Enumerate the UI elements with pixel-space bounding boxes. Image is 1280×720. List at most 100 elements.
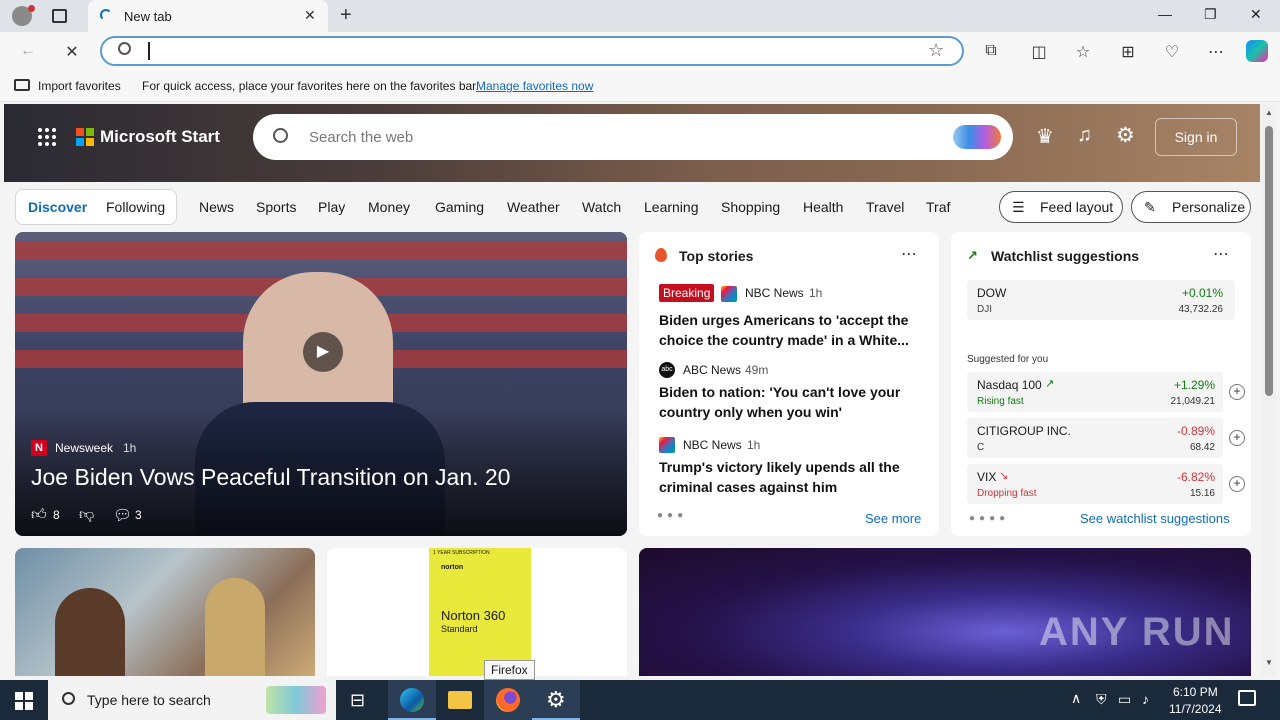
nav-weather[interactable]: Weather — [507, 199, 560, 215]
security-icon[interactable]: ⛨ — [1096, 691, 1107, 708]
carousel-dots[interactable]: ●●● — [657, 510, 687, 521]
taskbar-firefox[interactable] — [484, 680, 532, 720]
brand-name[interactable]: Microsoft Start — [100, 127, 220, 147]
scroll-thumb[interactable] — [1265, 126, 1273, 396]
extensions-icon[interactable]: ⧉ — [981, 42, 1001, 60]
minimize-icon[interactable]: — — [1158, 6, 1172, 22]
taskbar-file-explorer[interactable] — [436, 680, 484, 720]
office-photo-card[interactable] — [15, 548, 315, 676]
rewards-trophy-icon[interactable]: ♛ — [1036, 124, 1054, 149]
address-input[interactable] — [148, 42, 150, 60]
tab-following[interactable]: Following — [106, 199, 165, 215]
clock-date[interactable]: 11/7/2024 — [1169, 702, 1222, 716]
collections-icon[interactable]: ⊞ — [1118, 42, 1138, 62]
taskbar-edge[interactable] — [388, 680, 436, 720]
scroll-down-icon[interactable]: ▼ — [1265, 658, 1273, 667]
search-icon — [118, 42, 131, 55]
notifications-bell-icon[interactable]: ♫ — [1077, 124, 1092, 147]
story-title[interactable]: Biden to nation: 'You can't love your co… — [659, 382, 925, 422]
hero-story-card[interactable]: ▶ N Newsweek 1h Joe Biden Vows Peaceful … — [15, 232, 627, 536]
copilot-icon[interactable] — [1246, 40, 1268, 62]
story-title[interactable]: Trump's victory likely upends all the cr… — [659, 457, 925, 497]
volume-icon[interactable]: ♪ — [1142, 691, 1149, 707]
top-stories-card: Top stories ⋯ Breaking NBC News 1h Biden… — [639, 232, 939, 536]
address-bar[interactable]: ☆ — [100, 36, 964, 66]
watchlist-row[interactable]: Nasdaq 100 ↗ Rising fast +1.29% 21,049.2… — [967, 372, 1245, 412]
nav-gaming[interactable]: Gaming — [435, 199, 484, 215]
watchlist-row-dow[interactable]: DOW DJI +0.01% 43,732.26 — [967, 280, 1235, 320]
network-icon[interactable]: ▭ — [1118, 691, 1131, 708]
restore-icon[interactable]: ❐ — [1204, 6, 1217, 23]
taskbar-search[interactable]: Type here to search — [48, 680, 336, 720]
settings-more-icon[interactable]: ⋯ — [1206, 42, 1226, 62]
play-video-icon[interactable]: ▶ — [303, 332, 343, 372]
app-launcher-icon[interactable] — [38, 128, 56, 146]
nav-money[interactable]: Money — [368, 199, 410, 215]
close-tab-icon[interactable]: ✕ — [304, 7, 316, 24]
more-options-icon[interactable]: ⋯ — [901, 244, 917, 264]
chevron-up-icon[interactable]: ∧ — [1071, 690, 1081, 707]
nav-watch[interactable]: Watch — [582, 199, 621, 215]
sign-in-button[interactable]: Sign in — [1155, 118, 1237, 156]
add-to-watchlist-icon[interactable]: + — [1229, 430, 1245, 446]
copilot-search-icon[interactable] — [953, 125, 1001, 149]
web-search-input[interactable]: Search the web — [309, 129, 413, 146]
notification-center-icon[interactable] — [1238, 690, 1256, 706]
norton-ad-card[interactable]: 1 YEAR SUBSCRIPTION norton Norton 360 St… — [327, 548, 627, 676]
comment-icon[interactable]: 💬︎ — [113, 506, 132, 524]
firefox-icon — [496, 688, 520, 712]
nav-learning[interactable]: Learning — [644, 199, 699, 215]
stock-sub: Rising fast — [977, 396, 1024, 407]
story-age: 49m — [745, 363, 769, 377]
dna-video-card[interactable]: ANY RUN — [639, 548, 1251, 676]
new-tab-icon[interactable]: + — [340, 4, 352, 27]
watchlist-row[interactable]: VIX ↘ Dropping fast -6.82% 15.16 + — [967, 464, 1245, 504]
feed-layout-label: Feed layout — [1040, 199, 1114, 215]
tab-actions-icon[interactable] — [52, 9, 67, 23]
see-watchlist-link[interactable]: See watchlist suggestions — [1080, 511, 1230, 526]
carousel-dots[interactable]: ●●●● — [969, 513, 1009, 524]
add-to-watchlist-icon[interactable]: + — [1229, 476, 1245, 492]
watchlist-row[interactable]: CITIGROUP INC. C -0.89% 68.42 + — [967, 418, 1245, 458]
hero-title[interactable]: Joe Biden Vows Peaceful Transition on Ja… — [31, 464, 510, 491]
tab-new-tab[interactable]: New tab ✕ — [88, 0, 328, 32]
windows-start-icon[interactable] — [15, 692, 33, 710]
see-more-link[interactable]: See more — [865, 511, 921, 526]
close-window-icon[interactable]: ✕ — [1250, 6, 1262, 23]
add-to-watchlist-icon[interactable]: + — [1229, 384, 1245, 400]
back-icon[interactable]: ← — [18, 42, 38, 60]
web-search-box[interactable]: Search the web — [253, 114, 1013, 160]
task-view-icon[interactable]: ⊟ — [350, 690, 365, 711]
tab-discover[interactable]: Discover — [28, 199, 87, 215]
nav-health[interactable]: Health — [803, 199, 843, 215]
settings-gear-icon[interactable]: ⚙ — [1116, 123, 1135, 148]
more-options-icon[interactable]: ⋯ — [1213, 244, 1229, 264]
nav-travel[interactable]: Travel — [866, 199, 904, 215]
page-scrollbar[interactable]: ▲ ▼ — [1262, 104, 1276, 676]
clock-time[interactable]: 6:10 PM — [1173, 685, 1218, 699]
story-title[interactable]: Biden urges Americans to 'accept the cho… — [659, 310, 925, 350]
anyrun-watermark: ANY RUN — [1039, 610, 1235, 654]
favorites-icon[interactable]: ☆ — [1073, 42, 1093, 62]
nav-play[interactable]: Play — [318, 199, 345, 215]
personalize-button[interactable]: ✎ Personalize — [1131, 191, 1251, 223]
dislike-icon[interactable]: 👎︎ — [79, 506, 94, 524]
like-count: 8 — [53, 508, 60, 522]
stop-loading-icon[interactable]: ✕ — [62, 42, 82, 62]
scroll-up-icon[interactable]: ▲ — [1265, 108, 1273, 117]
nav-shopping[interactable]: Shopping — [721, 199, 780, 215]
import-favorites-button[interactable]: Import favorites — [38, 79, 121, 93]
taskbar-settings[interactable]: ⚙ — [532, 680, 580, 720]
nav-news[interactable]: News — [199, 199, 234, 215]
favorite-star-icon[interactable]: ☆ — [928, 40, 944, 61]
stock-value: 15.16 — [1189, 488, 1215, 499]
split-screen-icon[interactable]: ◫ — [1029, 42, 1049, 62]
like-icon[interactable]: 👍︎ — [31, 506, 47, 524]
nav-sports[interactable]: Sports — [256, 199, 296, 215]
feed-layout-button[interactable]: ☰ Feed layout — [999, 191, 1123, 223]
browser-essentials-icon[interactable]: ♡ — [1162, 42, 1182, 62]
manage-favorites-link[interactable]: Manage favorites now — [476, 79, 593, 93]
nav-traffic[interactable]: Traf — [926, 199, 950, 215]
falling-icon: ↘ — [999, 470, 1009, 482]
taskbar-search-input[interactable]: Type here to search — [87, 692, 211, 708]
